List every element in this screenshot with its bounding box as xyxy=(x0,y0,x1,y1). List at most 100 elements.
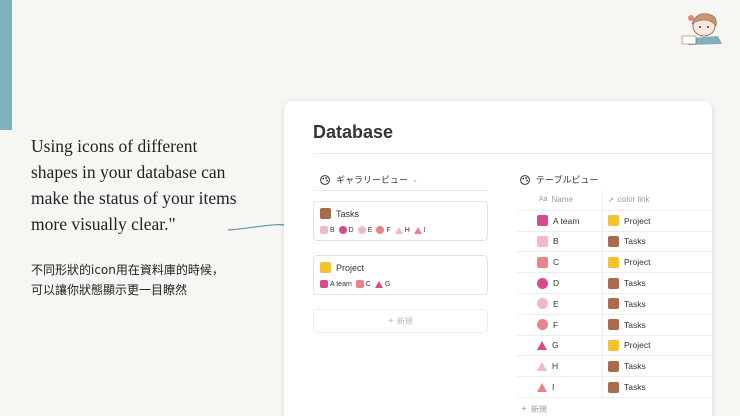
quote-line: make the status of your items xyxy=(31,188,237,208)
tab-table-view[interactable]: テーブルビュー xyxy=(520,173,598,186)
chip: D xyxy=(338,226,354,234)
card-title: Project xyxy=(336,262,365,273)
brown-square-icon xyxy=(608,277,619,289)
palette-icon xyxy=(320,174,330,185)
brown-square-icon xyxy=(320,208,331,219)
pink-triangle-icon xyxy=(537,382,547,392)
accent-bar xyxy=(0,0,12,130)
jp-note-line: 可以讓你狀態顯示更一目瞭然 xyxy=(31,283,188,297)
pink-circle-icon xyxy=(537,277,548,289)
chip-label: A team xyxy=(330,280,352,288)
text-type-icon: Aa xyxy=(539,196,548,204)
tab-label: ギャラリービュー xyxy=(336,175,409,185)
table-row[interactable]: H Tasks xyxy=(517,356,712,378)
row-link[interactable]: Tasks xyxy=(624,320,646,330)
column-header-link[interactable]: ↗ color link xyxy=(603,190,712,210)
chip-label: F xyxy=(386,226,391,234)
row-name: D xyxy=(553,278,560,289)
yellow-square-icon xyxy=(320,262,331,273)
pink-circle-icon xyxy=(537,298,548,310)
brown-square-icon xyxy=(608,381,619,393)
row-link[interactable]: Project xyxy=(624,340,650,350)
pink-square-icon xyxy=(537,256,548,268)
row-link[interactable]: Tasks xyxy=(624,382,646,392)
row-name: H xyxy=(552,361,559,372)
quote-line: shapes in your database can xyxy=(31,162,226,182)
chip-label: D xyxy=(348,226,354,234)
column-header-label: color link xyxy=(617,195,650,205)
table-row[interactable]: C Project xyxy=(517,252,712,274)
card-items: A team C G xyxy=(320,280,481,288)
brown-square-icon xyxy=(608,235,619,247)
pink-triangle-icon xyxy=(413,226,422,234)
jp-note: 不同形狀的icon用在資料庫的時候， 可以讓你狀態顯示更一目瞭然 xyxy=(31,260,281,300)
divider xyxy=(313,153,712,154)
table-row[interactable]: G Project xyxy=(517,335,712,357)
row-name: A team xyxy=(553,215,580,226)
quote-line: Using icons of different xyxy=(31,136,198,156)
tab-gallery-view[interactable]: ギャラリービュー ⌄ xyxy=(320,173,418,186)
table-row[interactable]: F Tasks xyxy=(517,314,712,336)
table-header-row: Aa Name ↗ color link xyxy=(517,190,712,211)
chip-label: G xyxy=(384,280,391,288)
gallery-card-tasks[interactable]: Tasks B D E F H I xyxy=(313,201,488,241)
table-row[interactable]: D Tasks xyxy=(517,273,712,294)
brown-square-icon xyxy=(608,360,619,372)
chip: G xyxy=(374,280,391,288)
row-link[interactable]: Tasks xyxy=(624,299,646,309)
row-name: G xyxy=(552,340,559,351)
row-name: B xyxy=(553,236,559,247)
table-row[interactable]: B Tasks xyxy=(517,231,712,253)
palette-icon xyxy=(520,174,530,185)
table-row[interactable]: I Tasks xyxy=(517,377,712,398)
pink-triangle-icon xyxy=(537,361,547,371)
pink-triangle-icon xyxy=(394,226,403,234)
chip-label: I xyxy=(423,226,426,234)
add-new-row-button[interactable]: + 新規 xyxy=(521,404,547,415)
pink-circle-icon xyxy=(376,226,385,234)
row-name: F xyxy=(553,319,559,330)
column-header-label: Name xyxy=(551,195,573,205)
row-link[interactable]: Project xyxy=(624,257,650,267)
row-link[interactable]: Project xyxy=(624,216,650,226)
yellow-square-icon xyxy=(608,215,619,227)
add-new-label: 新規 xyxy=(396,316,413,326)
chip-label: B xyxy=(330,226,335,234)
pink-square-icon xyxy=(320,280,328,288)
chip: H xyxy=(394,226,410,234)
chip: A team xyxy=(320,280,352,288)
pink-square-icon xyxy=(355,280,364,288)
column-header-name[interactable]: Aa Name xyxy=(517,190,603,210)
chip: F xyxy=(376,226,391,234)
card-title: Tasks xyxy=(336,208,360,219)
table-row[interactable]: E Tasks xyxy=(517,293,712,315)
pink-circle-icon xyxy=(338,226,347,234)
row-link[interactable]: Tasks xyxy=(624,278,646,288)
table-row[interactable]: A team Project xyxy=(517,210,712,232)
card-items: B D E F H I xyxy=(320,226,481,234)
row-link[interactable]: Tasks xyxy=(624,236,646,246)
yellow-square-icon xyxy=(608,256,619,268)
chip-label: C xyxy=(365,280,371,288)
row-name: C xyxy=(553,257,560,268)
pink-square-icon xyxy=(320,226,328,234)
page-title: Database xyxy=(313,122,394,142)
chip-label: H xyxy=(404,226,410,234)
add-new-card-button[interactable]: + 新規 xyxy=(313,309,488,333)
chevron-down-icon: ⌄ xyxy=(412,176,418,184)
chip: C xyxy=(355,280,371,288)
plus-icon: + xyxy=(521,404,527,415)
plus-icon: + xyxy=(388,315,394,327)
pink-triangle-icon xyxy=(374,280,383,288)
database-panel: Database ギャラリービュー ⌄ テーブルビュー Tasks B D E xyxy=(284,101,712,416)
chip: B xyxy=(320,226,335,234)
pink-circle-icon xyxy=(357,226,366,234)
pink-square-icon xyxy=(537,215,548,227)
chip: I xyxy=(413,226,426,234)
pink-square-icon xyxy=(537,235,548,247)
row-link[interactable]: Tasks xyxy=(624,361,646,371)
chip: E xyxy=(357,226,372,234)
pink-triangle-icon xyxy=(537,340,547,350)
gallery-card-project[interactable]: Project A team C G xyxy=(313,255,488,295)
divider xyxy=(313,190,488,191)
